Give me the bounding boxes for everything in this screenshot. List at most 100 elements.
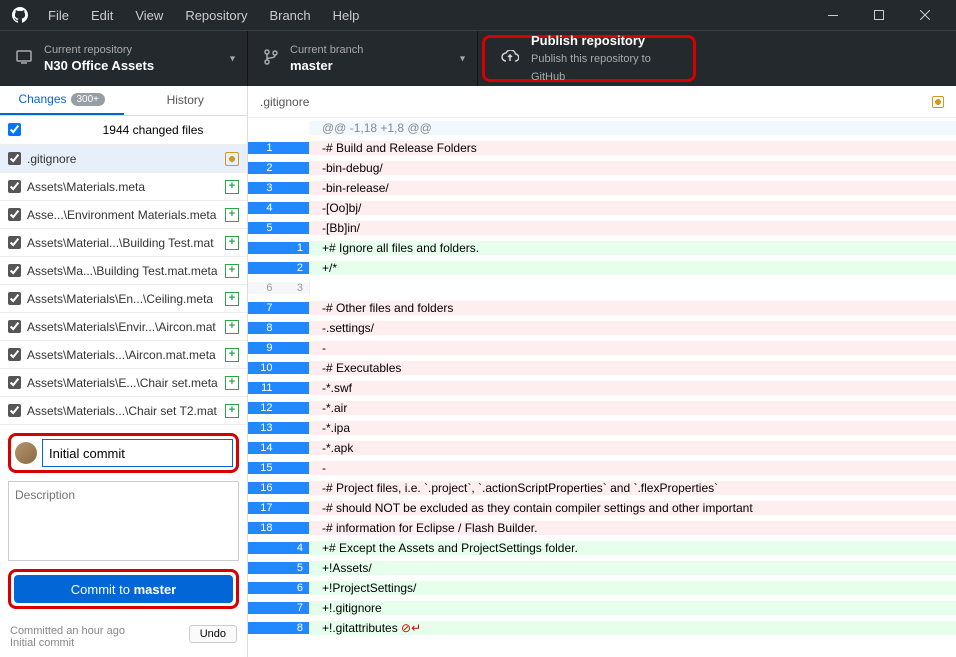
added-icon: + bbox=[225, 292, 239, 306]
file-checkbox[interactable] bbox=[8, 264, 21, 277]
file-name: Assets\Materials\En...\Ceiling.meta bbox=[27, 292, 219, 306]
file-checkbox[interactable] bbox=[8, 348, 21, 361]
diff-line[interactable]: 3-bin-release/ bbox=[248, 178, 956, 198]
diff-content: -# Build and Release Folders bbox=[310, 141, 956, 155]
diff-gutter: 2 bbox=[248, 162, 310, 174]
diff-line[interactable]: 7+!.gitignore bbox=[248, 598, 956, 618]
diff-line[interactable]: 15- bbox=[248, 458, 956, 478]
diff-line[interactable]: 10-# Executables bbox=[248, 358, 956, 378]
diff-line[interactable]: 12-*.air bbox=[248, 398, 956, 418]
file-row[interactable]: Assets\Materials\En...\Ceiling.meta + bbox=[0, 285, 247, 313]
minimize-button[interactable] bbox=[810, 0, 856, 30]
file-row[interactable]: .gitignore bbox=[0, 145, 247, 173]
tab-history[interactable]: History bbox=[124, 86, 248, 115]
file-checkbox[interactable] bbox=[8, 292, 21, 305]
file-row[interactable]: Assets\Ma...\Building Test.mat.meta+ bbox=[0, 257, 247, 285]
diff-content: +# Except the Assets and ProjectSettings… bbox=[310, 541, 956, 555]
tab-changes[interactable]: Changes 300+ bbox=[0, 86, 124, 115]
main-menu: FileEditViewRepositoryBranchHelp bbox=[38, 4, 369, 27]
diff-line[interactable]: 1+# Ignore all files and folders. bbox=[248, 238, 956, 258]
file-checkbox[interactable] bbox=[8, 180, 21, 193]
diff-gutter: 12 bbox=[248, 402, 310, 414]
commit-description-input[interactable] bbox=[8, 481, 239, 561]
file-checkbox[interactable] bbox=[8, 236, 21, 249]
file-row[interactable]: Assets\Materials\E...\Chair set.meta+ bbox=[0, 369, 247, 397]
tab-changes-label: Changes bbox=[18, 92, 66, 106]
diff-line[interactable]: 16-# Project files, i.e. `.project`, `.a… bbox=[248, 478, 956, 498]
diff-gutter: 10 bbox=[248, 362, 310, 374]
file-name: Assets\Materials...\Chair set T2.mat bbox=[27, 404, 219, 418]
undo-button[interactable]: Undo bbox=[189, 625, 237, 643]
file-row[interactable]: Assets\Materials...\Aircon.mat.meta+ bbox=[0, 341, 247, 369]
diff-gutter: 7 bbox=[248, 602, 310, 614]
diff-line[interactable]: @@ -1,18 +1,8 @@ bbox=[248, 118, 956, 138]
diff-line[interactable]: 1-# Build and Release Folders bbox=[248, 138, 956, 158]
file-name: Assets\Materials.meta bbox=[27, 180, 219, 194]
toolbar: Current repository N30 Office Assets ▾ C… bbox=[0, 30, 956, 86]
diff-line[interactable]: 11-*.swf bbox=[248, 378, 956, 398]
diff-content: - bbox=[310, 461, 956, 475]
diff-line[interactable]: 9- bbox=[248, 338, 956, 358]
diff-line[interactable]: 2-bin-debug/ bbox=[248, 158, 956, 178]
diff-line[interactable]: 18-# information for Eclipse / Flash Bui… bbox=[248, 518, 956, 538]
current-branch-selector[interactable]: Current branch master ▾ bbox=[248, 31, 478, 86]
file-name: Assets\Materials\E...\Chair set.meta bbox=[27, 376, 219, 390]
commit-summary-input[interactable] bbox=[43, 440, 232, 466]
publish-subtitle: Publish this repository to GitHub bbox=[531, 50, 677, 86]
file-row[interactable]: Asse...\Environment Materials.meta+ bbox=[0, 201, 247, 229]
diff-body[interactable]: @@ -1,18 +1,8 @@1-# Build and Release Fo… bbox=[248, 118, 956, 657]
branch-label: Current branch bbox=[290, 43, 363, 57]
changes-count-badge: 300+ bbox=[71, 93, 106, 106]
diff-line[interactable]: 17-# should NOT be excluded as they cont… bbox=[248, 498, 956, 518]
diff-line[interactable]: 4+# Except the Assets and ProjectSetting… bbox=[248, 538, 956, 558]
chevron-down-icon: ▾ bbox=[230, 53, 235, 64]
file-checkbox[interactable] bbox=[8, 404, 21, 417]
menu-item-repository[interactable]: Repository bbox=[175, 4, 257, 27]
select-all-checkbox[interactable] bbox=[8, 123, 21, 136]
diff-content: -# Project files, i.e. `.project`, `.act… bbox=[310, 481, 956, 495]
diff-gutter: 8 bbox=[248, 322, 310, 334]
diff-content: -*.ipa bbox=[310, 421, 956, 435]
diff-line[interactable]: 63 bbox=[248, 278, 956, 298]
diff-line[interactable]: 7-# Other files and folders bbox=[248, 298, 956, 318]
file-checkbox[interactable] bbox=[8, 152, 21, 165]
diff-gutter: 16 bbox=[248, 482, 310, 494]
diff-content: -[Bb]in/ bbox=[310, 221, 956, 235]
diff-content: +/* bbox=[310, 261, 956, 275]
diff-line[interactable]: 6+!ProjectSettings/ bbox=[248, 578, 956, 598]
diff-gutter: 3 bbox=[248, 182, 310, 194]
commit-button[interactable]: Commit to master bbox=[14, 575, 233, 603]
menu-item-help[interactable]: Help bbox=[323, 4, 370, 27]
menu-item-view[interactable]: View bbox=[125, 4, 173, 27]
diff-content: +# Ignore all files and folders. bbox=[310, 241, 956, 255]
diff-line[interactable]: 14-*.apk bbox=[248, 438, 956, 458]
last-commit-msg: Initial commit bbox=[10, 637, 125, 649]
diff-line[interactable]: 4-[Oo]bj/ bbox=[248, 198, 956, 218]
diff-line[interactable]: 13-*.ipa bbox=[248, 418, 956, 438]
file-row[interactable]: Assets\Materials.meta+ bbox=[0, 173, 247, 201]
diff-gutter: 11 bbox=[248, 382, 310, 394]
diff-gutter: 4 bbox=[248, 542, 310, 554]
file-checkbox[interactable] bbox=[8, 376, 21, 389]
diff-line[interactable]: 8+!.gitattributes ⊘↵ bbox=[248, 618, 956, 638]
menu-item-edit[interactable]: Edit bbox=[81, 4, 123, 27]
maximize-button[interactable] bbox=[856, 0, 902, 30]
file-checkbox[interactable] bbox=[8, 320, 21, 333]
diff-line[interactable]: 5+!Assets/ bbox=[248, 558, 956, 578]
file-list: .gitignoreAssets\Materials.meta+Asse...\… bbox=[0, 145, 247, 425]
diff-line[interactable]: 8-.settings/ bbox=[248, 318, 956, 338]
diff-content: -*.swf bbox=[310, 381, 956, 395]
publish-repository-button[interactable]: Publish repository Publish this reposito… bbox=[482, 35, 696, 82]
close-button[interactable] bbox=[902, 0, 948, 30]
diff-line[interactable]: 5-[Bb]in/ bbox=[248, 218, 956, 238]
avatar bbox=[15, 442, 37, 464]
diff-gutter: 7 bbox=[248, 302, 310, 314]
current-repository-selector[interactable]: Current repository N30 Office Assets ▾ bbox=[0, 31, 248, 86]
menu-item-file[interactable]: File bbox=[38, 4, 79, 27]
file-row[interactable]: Assets\Material...\Building Test.mat+ bbox=[0, 229, 247, 257]
file-row[interactable]: Assets\Materials...\Chair set T2.mat+ bbox=[0, 397, 247, 425]
file-row[interactable]: Assets\Materials\Envir...\Aircon.mat+ bbox=[0, 313, 247, 341]
file-checkbox[interactable] bbox=[8, 208, 21, 221]
diff-line[interactable]: 2+/* bbox=[248, 258, 956, 278]
menu-item-branch[interactable]: Branch bbox=[259, 4, 320, 27]
